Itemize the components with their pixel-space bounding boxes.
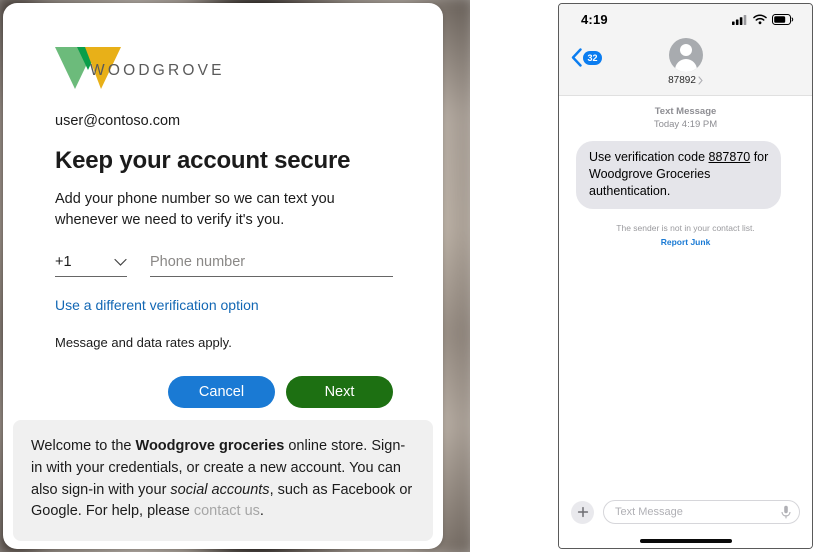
plus-glyph [577,506,588,518]
wifi-icon [753,14,767,24]
cellular-signal-icon [732,14,747,25]
cancel-button[interactable]: Cancel [168,376,275,409]
footer-part1: Welcome to the [31,438,136,454]
page-title: Keep your account secure [55,147,351,174]
account-email: user@contoso.com [55,113,181,129]
contact-header[interactable]: 87892 [559,38,812,86]
woodgrove-logo-wordmark: WOODGROVE [90,62,225,79]
contact-avatar-icon [668,38,703,72]
store-description-text: Welcome to the Woodgrove groceries onlin… [31,436,415,523]
verification-code[interactable]: 887870 [709,150,751,164]
unknown-sender-note: The sender is not in your contact list. [616,223,755,234]
phone-number-input[interactable] [150,254,393,271]
incoming-message-bubble: Use verification code 887870 for Woodgro… [571,140,781,210]
message-input-bar [559,490,812,534]
next-button[interactable]: Next [286,376,393,409]
iphone-mockup: 4:19 32 87892 Text Message Today 4:19 PM… [558,3,813,549]
message-time-label: Today 4:19 PM [653,118,718,130]
footer-emphasis: social accounts [170,481,270,498]
report-junk-link[interactable]: Report Junk [571,237,800,247]
ios-conversation-header: 32 87892 [559,34,812,96]
woodgrove-logo: WOODGROVE [55,41,393,89]
message-rates-note: Message and data rates apply. [55,335,232,351]
battery-icon [772,13,794,25]
signin-card-body: WOODGROVE user@contoso.com Keep your acc… [3,3,443,409]
message-timestamp-block: Text Message Today 4:19 PM [571,106,800,132]
use-different-verification-option-link[interactable]: Use a different verification option [55,297,259,313]
ios-status-bar: 4:19 [559,4,812,34]
chevron-right-icon [698,76,703,85]
status-bar-icons [732,13,794,25]
message-thread: Text Message Today 4:19 PM Use verificat… [559,96,812,490]
signin-card: WOODGROVE user@contoso.com Keep your acc… [3,3,443,549]
country-code-value: +1 [55,254,72,271]
contact-us-link[interactable]: contact us [194,503,260,519]
contact-name-row: 87892 [668,75,703,86]
avatar-head [679,44,692,56]
status-bar-time: 4:19 [581,11,608,27]
phone-entry-row: +1 [55,253,393,278]
page-description: Add your phone number so we can text you… [55,191,335,229]
message-text-pre: Use verification code [589,149,709,164]
chevron-down-icon [114,258,127,266]
microphone-icon[interactable] [781,505,791,519]
form-button-row: Cancel Next [55,376,393,409]
home-indicator-area [559,534,812,548]
avatar-body [674,59,697,72]
contact-name: 87892 [668,75,696,86]
text-message-input[interactable] [615,506,781,518]
store-description-box: Welcome to the Woodgrove groceries onlin… [13,420,433,541]
footer-brand: Woodgrove groceries [135,438,285,454]
message-kind-label: Text Message [654,106,717,117]
home-indicator [639,539,732,543]
text-message-field[interactable] [603,500,800,524]
plus-icon[interactable] [571,500,594,524]
country-code-select[interactable]: +1 [55,254,127,278]
phone-number-field-wrapper[interactable] [150,253,393,278]
footer-part4: . [259,503,264,520]
